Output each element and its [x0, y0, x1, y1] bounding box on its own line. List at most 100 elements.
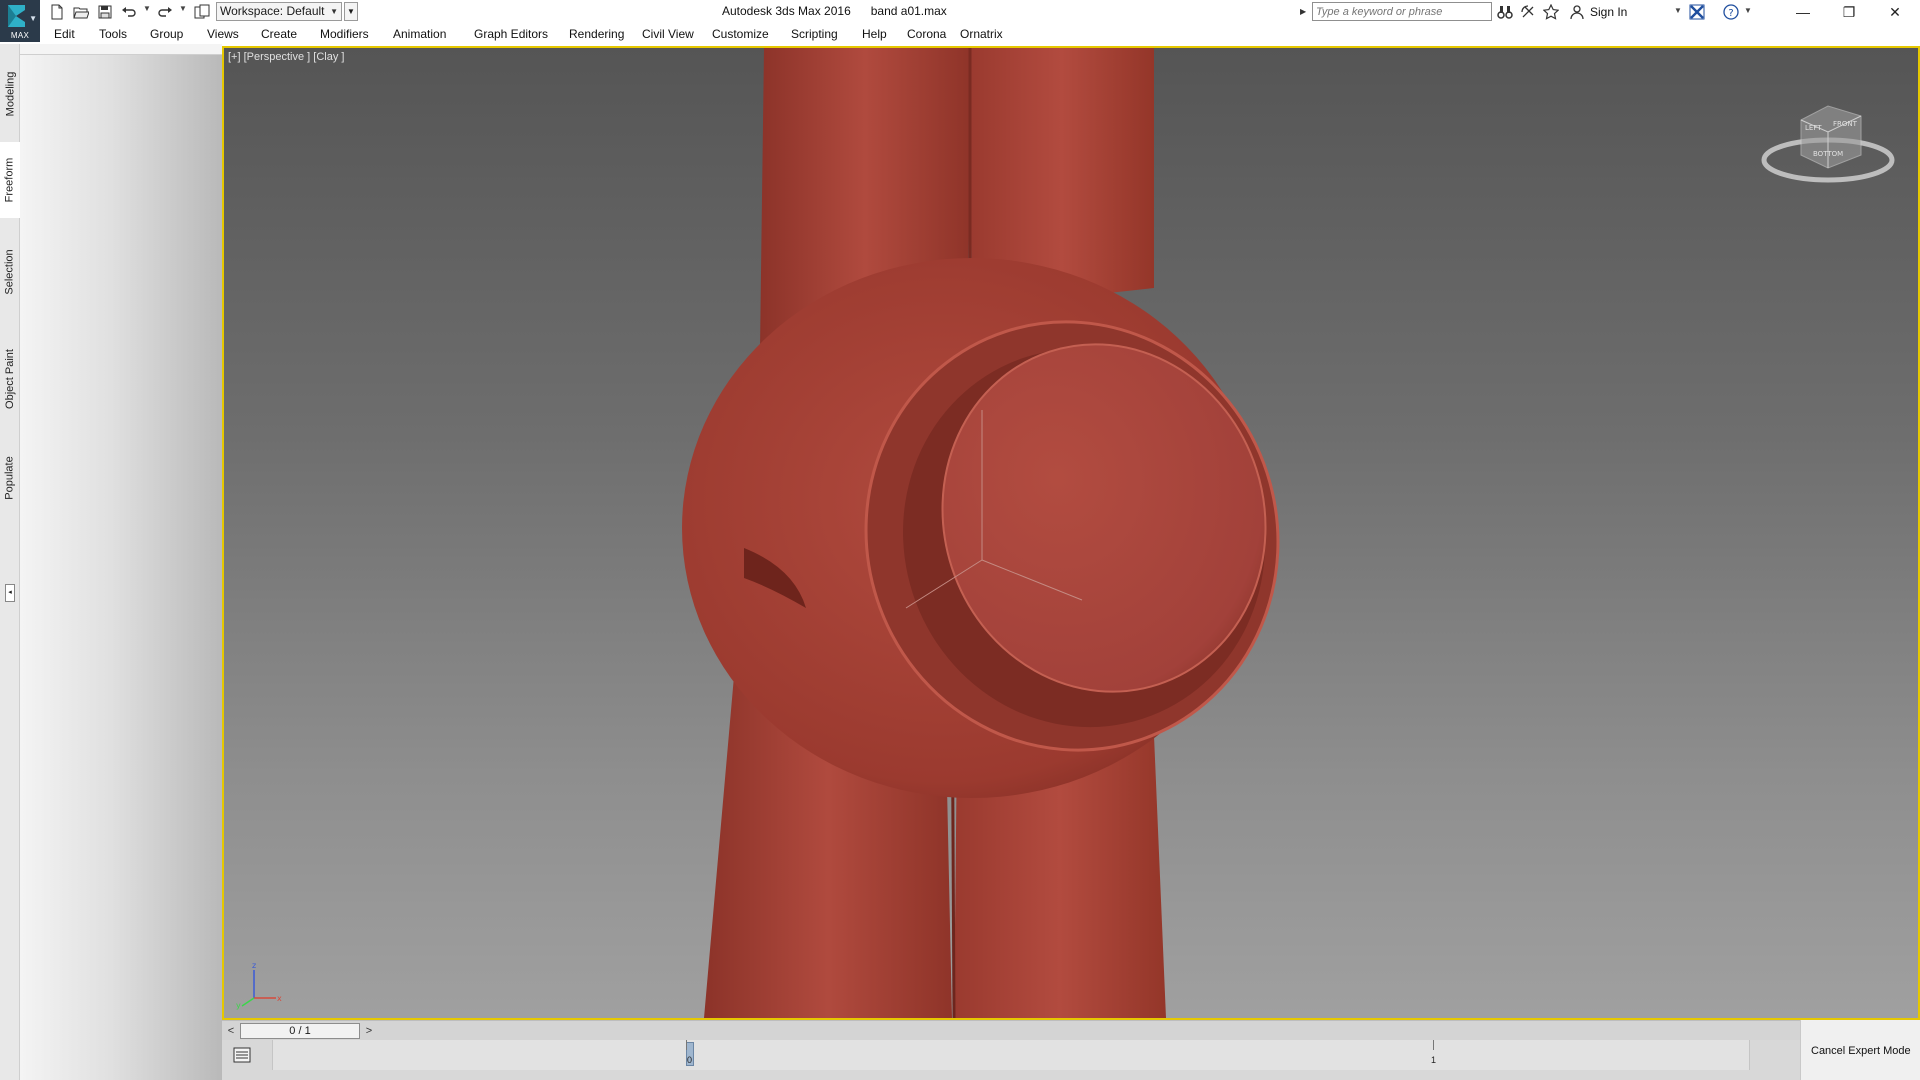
axis-label-y: y: [236, 1001, 241, 1010]
command-panel[interactable]: [20, 54, 222, 1080]
title-bar: ▼ MAX ▼ ▼ Workspace: Default ▼ ▼ Autodes…: [0, 0, 1920, 42]
favorites-button[interactable]: [1542, 3, 1560, 21]
curve-editor-mini-icon[interactable]: [232, 1045, 252, 1065]
track-tick-end: 1: [1431, 1055, 1437, 1065]
menu-modifiers[interactable]: Modifiers: [320, 27, 369, 41]
ribbon-tab-populate[interactable]: Populate: [0, 438, 20, 518]
redo-icon: [158, 7, 172, 17]
viewcube-face-front[interactable]: FRONT: [1833, 120, 1858, 128]
undo-button[interactable]: [118, 2, 140, 22]
track-tick-start: 0: [687, 1055, 693, 1065]
search-input[interactable]: [1312, 2, 1492, 21]
menu-customize[interactable]: Customize: [712, 27, 769, 41]
exchange-x-icon: [1689, 4, 1705, 20]
satellite-icon: [1521, 5, 1534, 18]
time-slider-next-button[interactable]: >: [362, 1023, 376, 1039]
ribbon-tab-label: Freeform: [3, 157, 15, 203]
viewcube-face-bottom[interactable]: BOTTOM: [1813, 150, 1843, 158]
workspace-select[interactable]: Workspace: Default ▼: [216, 2, 342, 21]
minimize-icon: —: [1796, 4, 1810, 20]
3ds-max-logo-icon: [8, 5, 25, 27]
communication-center-button[interactable]: [1519, 3, 1537, 21]
star-icon: [1543, 4, 1559, 20]
search-expand-icon[interactable]: ▶: [1300, 3, 1310, 21]
project-folder-button[interactable]: [191, 2, 213, 22]
cancel-expert-mode-button[interactable]: Cancel Expert Mode: [1811, 1045, 1911, 1057]
new-file-icon: [51, 4, 63, 20]
time-slider-thumb[interactable]: 0 / 1: [240, 1023, 360, 1039]
ribbon-tab-label: Selection: [4, 249, 17, 295]
user-account-button[interactable]: [1568, 3, 1586, 21]
menu-graph-editors[interactable]: Graph Editors: [474, 27, 548, 41]
time-slider[interactable]: < 0 / 1 >: [222, 1020, 1800, 1040]
save-icon: [98, 5, 112, 19]
restore-icon: ❐: [1842, 3, 1856, 20]
help-button[interactable]: ?: [1722, 3, 1740, 21]
viewport-label[interactable]: [+] [Perspective ] [Clay ]: [228, 51, 344, 63]
ribbon-tab-modeling[interactable]: Modeling: [0, 54, 20, 134]
perspective-viewport[interactable]: [+] [Perspective ] [Clay ] LEFT FRONT BO…: [222, 46, 1920, 1020]
project-folder-icon: [194, 4, 210, 19]
command-panel-header: [20, 44, 222, 54]
svg-text:?: ?: [1728, 8, 1733, 19]
close-icon: ✕: [1889, 3, 1901, 20]
help-icon: ?: [1723, 4, 1739, 20]
minimize-button[interactable]: —: [1780, 0, 1826, 24]
ribbon-tab-selection[interactable]: Selection: [0, 232, 20, 312]
menu-civil-view[interactable]: Civil View: [642, 27, 694, 41]
menu-rendering[interactable]: Rendering: [569, 27, 624, 41]
track-bar-strip[interactable]: 0 1: [272, 1040, 1750, 1070]
menu-ornatrix[interactable]: Ornatrix: [960, 27, 1003, 41]
ribbon-tab-label: Populate: [4, 456, 16, 500]
menu-help[interactable]: Help: [862, 27, 887, 41]
new-file-button[interactable]: [46, 2, 68, 22]
track-bar: 0 1: [222, 1040, 1800, 1080]
chevron-down-icon: ▼: [330, 7, 338, 16]
workspace-select-value: Workspace: Default: [220, 4, 325, 18]
restore-button[interactable]: ❐: [1826, 0, 1872, 24]
axis-label-x: x: [277, 994, 282, 1003]
axis-tripod-icon: z x y: [236, 961, 282, 1010]
ribbon-tab-label: Modeling: [4, 71, 17, 117]
time-slider-prev-button[interactable]: <: [224, 1023, 238, 1039]
viewcube-navigator[interactable]: LEFT FRONT BOTTOM: [1761, 100, 1896, 190]
menu-animation[interactable]: Animation: [393, 27, 446, 41]
help-dropdown-icon[interactable]: ▼: [1744, 6, 1752, 15]
app-logo-caption: MAX: [10, 31, 30, 40]
viewcube-face-left[interactable]: LEFT: [1805, 124, 1822, 132]
open-file-button[interactable]: [70, 2, 92, 22]
close-button[interactable]: ✕: [1872, 0, 1918, 24]
save-file-button[interactable]: [94, 2, 116, 22]
binoculars-icon: [1497, 6, 1513, 19]
redo-dropdown-icon[interactable]: ▼: [179, 4, 187, 13]
search-binoculars-button[interactable]: [1496, 3, 1514, 21]
app-menu-dropdown-icon: ▼: [29, 14, 37, 23]
menu-corona[interactable]: Corona: [907, 27, 946, 41]
user-icon: [1570, 5, 1584, 20]
ribbon-tab-object-paint[interactable]: Object Paint: [0, 334, 20, 424]
sign-in-dropdown-icon[interactable]: ▼: [1674, 6, 1682, 15]
open-folder-icon: [73, 7, 89, 19]
autodesk-exchange-button[interactable]: [1688, 3, 1706, 21]
axis-label-z: z: [252, 961, 256, 970]
sign-in-link[interactable]: Sign In: [1590, 5, 1627, 19]
menu-bar: Edit Tools Group Views Create Modifiers …: [40, 24, 1920, 44]
redo-button[interactable]: [154, 2, 176, 22]
menu-scripting[interactable]: Scripting: [791, 27, 838, 41]
ribbon-tab-label: Object Paint: [4, 349, 17, 409]
menu-create[interactable]: Create: [261, 27, 297, 41]
menu-views[interactable]: Views: [207, 27, 239, 41]
menu-edit[interactable]: Edit: [54, 27, 75, 41]
window-title: Autodesk 3ds Max 2016 band a01.max: [722, 4, 947, 18]
undo-dropdown-icon[interactable]: ▼: [143, 4, 151, 13]
status-area: Cancel Expert Mode: [1800, 1020, 1920, 1080]
ribbon-tab-freeform[interactable]: Freeform: [0, 142, 20, 218]
undo-icon: [122, 7, 136, 17]
ribbon-minimize-toggle[interactable]: ◂: [5, 584, 15, 602]
menu-tools[interactable]: Tools: [99, 27, 127, 41]
ribbon-tab-strip: Modeling Freeform Selection Object Paint…: [0, 44, 20, 1080]
application-menu-button[interactable]: ▼ MAX: [0, 0, 40, 42]
menu-group[interactable]: Group: [150, 27, 183, 41]
viewport-scene: [682, 48, 1280, 1018]
quick-access-customize-button[interactable]: ▼: [344, 2, 358, 21]
